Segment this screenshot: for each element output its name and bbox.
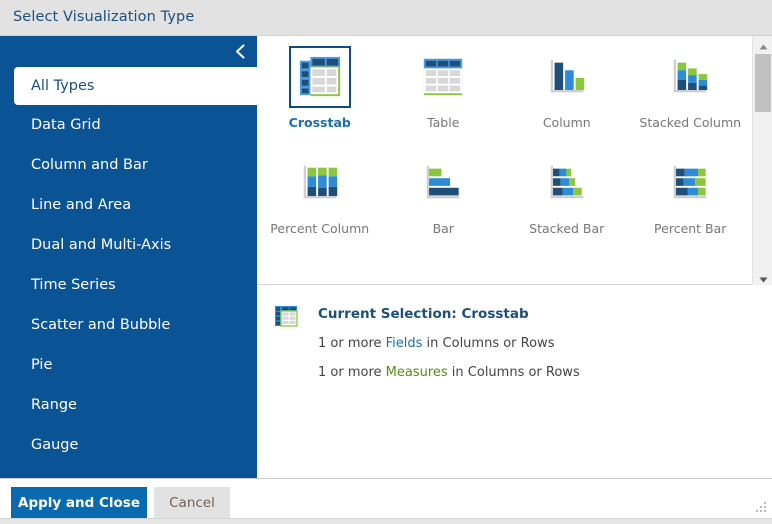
requirement-fields-prefix: 1 or more	[318, 336, 386, 351]
viz-type-label: Column	[542, 115, 591, 130]
table-icon	[412, 46, 475, 108]
sidebar-item-data-grid[interactable]: Data Grid	[0, 105, 257, 145]
current-selection-header: Current Selection: Crosstab 1 or more Fi…	[274, 304, 772, 394]
sidebar-item-label: Line and Area	[31, 197, 132, 213]
requirement-fields-suffix: in Columns or Rows	[422, 336, 555, 351]
scroll-up-button[interactable]	[753, 36, 772, 52]
requirement-measures-keyword: Measures	[385, 365, 448, 380]
viz-type-stacked-bar[interactable]: Stacked Bar	[505, 148, 629, 236]
dialog-title: Select Visualization Type	[13, 9, 195, 25]
visualization-gallery: Crosstab Table Column Stacked Column Percent…	[258, 36, 752, 285]
sidebar-item-pie[interactable]: Pie	[0, 345, 257, 385]
sidebar-item-gauge[interactable]: Gauge	[0, 425, 257, 465]
sidebar-item-column-and-bar[interactable]: Column and Bar	[0, 145, 257, 185]
sidebar-item-all-types[interactable]: All Types	[14, 67, 257, 105]
requirement-measures-suffix: in Columns or Rows	[447, 365, 580, 380]
viz-type-label: Percent Bar	[654, 221, 727, 236]
requirement-measures: 1 or more Measures in Columns or Rows	[318, 365, 580, 380]
viz-type-bar[interactable]: Bar	[382, 148, 506, 236]
resize-grip-icon[interactable]	[752, 500, 768, 516]
triangle-down-icon	[759, 268, 768, 287]
sidebar-item-label: Time Series	[31, 277, 116, 293]
sidebar-item-label: Data Grid	[31, 117, 101, 133]
gallery-scrollbar[interactable]	[752, 36, 772, 285]
sidebar-item-line-and-area[interactable]: Line and Area	[0, 185, 257, 225]
category-list: All Types Data Grid Column and Bar Line and…	[0, 67, 257, 465]
requirement-fields-keyword: Fields	[385, 336, 423, 351]
percent-bar-icon	[659, 152, 722, 214]
sidebar-item-dual-and-multi-axis[interactable]: Dual and Multi-Axis	[0, 225, 257, 265]
viz-type-label: Percent Column	[270, 221, 370, 236]
viz-type-crosstab[interactable]: Crosstab	[258, 42, 382, 130]
percent-column-icon	[288, 152, 351, 214]
sidebar-item-label: Range	[31, 397, 77, 413]
viz-type-label: Bar	[432, 221, 454, 236]
scrollbar-thumb[interactable]	[755, 54, 771, 112]
current-selection-title: Current Selection: Crosstab	[318, 306, 529, 322]
current-selection-details: Current Selection: Crosstab 1 or more Fi…	[318, 304, 580, 394]
select-visualization-dialog: Select Visualization Type All Types Data …	[0, 0, 772, 524]
requirement-measures-prefix: 1 or more	[318, 365, 386, 380]
sidebar-item-label: Column and Bar	[31, 157, 148, 173]
visualization-content-pane: Crosstab Table Column Stacked Column Percent…	[258, 36, 772, 478]
viz-type-label: Stacked Column	[639, 115, 742, 130]
crosstab-icon	[288, 46, 351, 108]
crosstab-small-icon	[274, 304, 298, 328]
apply-and-close-button[interactable]: Apply and Close	[11, 487, 147, 518]
dialog-footer: Apply and Close Cancel	[0, 478, 772, 524]
sidebar-item-label: Gauge	[31, 437, 79, 453]
stacked-bar-icon	[535, 152, 598, 214]
scroll-down-button[interactable]	[753, 269, 772, 285]
dialog-titlebar: Select Visualization Type	[0, 0, 772, 36]
sidebar-item-label: All Types	[31, 78, 95, 94]
footer-divider	[0, 518, 772, 524]
triangle-up-icon	[759, 35, 768, 54]
current-selection-panel: Current Selection: Crosstab 1 or more Fi…	[258, 286, 772, 478]
bar-chart-icon	[412, 152, 475, 214]
sidebar-item-scatter-and-bubble[interactable]: Scatter and Bubble	[0, 305, 257, 345]
viz-type-label: Crosstab	[288, 115, 351, 130]
viz-type-label: Table	[427, 115, 460, 130]
viz-type-percent-column[interactable]: Percent Column	[258, 148, 382, 236]
category-sidebar: All Types Data Grid Column and Bar Line and…	[0, 36, 257, 478]
sidebar-header	[0, 36, 257, 65]
viz-type-label: Stacked Bar	[529, 221, 605, 236]
cancel-button[interactable]: Cancel	[154, 487, 230, 518]
viz-type-column[interactable]: Column	[505, 42, 629, 130]
viz-type-table[interactable]: Table	[382, 42, 506, 130]
column-chart-icon	[535, 46, 598, 108]
sidebar-item-label: Dual and Multi-Axis	[31, 237, 172, 253]
chevron-left-icon	[234, 43, 247, 60]
viz-type-stacked-column[interactable]: Stacked Column	[629, 42, 753, 130]
sidebar-collapse-button[interactable]	[223, 36, 257, 66]
sidebar-item-range[interactable]: Range	[0, 385, 257, 425]
requirement-fields: 1 or more Fields in Columns or Rows	[318, 336, 580, 351]
visualization-grid: Crosstab Table Column Stacked Column Percent…	[258, 42, 752, 236]
sidebar-item-time-series[interactable]: Time Series	[0, 265, 257, 305]
sidebar-item-label: Pie	[31, 357, 53, 373]
stacked-column-icon	[659, 46, 722, 108]
sidebar-item-label: Scatter and Bubble	[31, 317, 171, 333]
viz-type-percent-bar[interactable]: Percent Bar	[629, 148, 753, 236]
